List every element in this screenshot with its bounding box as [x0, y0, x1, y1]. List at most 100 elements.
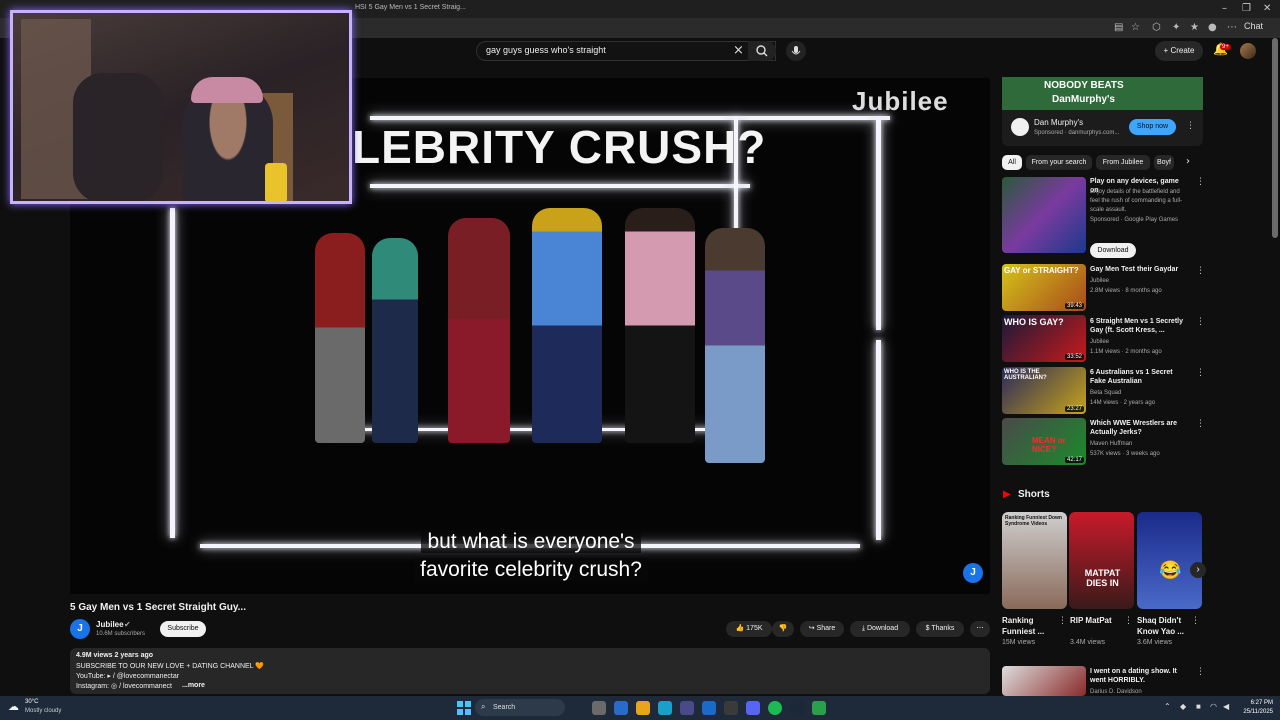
- rec-channel-2[interactable]: Jubilee: [1090, 337, 1200, 347]
- short-thumbnail-2[interactable]: MATPAT DIES IN: [1069, 512, 1134, 609]
- copilot-icon[interactable]: [614, 701, 628, 715]
- short-menu-icon-3[interactable]: ⋮: [1191, 616, 1200, 626]
- channel-watermark-icon[interactable]: J: [963, 563, 983, 583]
- short-thumbnail-3[interactable]: 😂: [1137, 512, 1202, 609]
- search-button[interactable]: [748, 41, 776, 61]
- weather-temperature[interactable]: 30°C: [25, 699, 38, 705]
- reader-icon[interactable]: ▤: [1114, 22, 1123, 33]
- rec-menu-icon-1[interactable]: ⋮: [1196, 266, 1205, 276]
- short-thumbnail-1[interactable]: Ranking Funniest Down Syndrome Videos: [1002, 512, 1067, 609]
- more-icon[interactable]: ⋯: [1227, 22, 1237, 33]
- play-ad-download-button[interactable]: Download: [1090, 243, 1136, 258]
- rec-menu-icon-5[interactable]: ⋮: [1196, 667, 1205, 677]
- weather-description[interactable]: Mostly cloudy: [25, 708, 61, 714]
- profile-icon[interactable]: ●: [1208, 22, 1217, 33]
- chevron-right-icon[interactable]: ›: [1186, 156, 1190, 167]
- rec-title-2[interactable]: 6 Straight Men vs 1 Secretly Gay (ft. Sc…: [1090, 317, 1185, 335]
- clear-search-icon[interactable]: ×: [733, 43, 744, 58]
- rec-menu-icon-2[interactable]: ⋮: [1196, 317, 1205, 327]
- page-scrollbar[interactable]: [1272, 38, 1278, 238]
- app-icon[interactable]: [724, 701, 738, 715]
- maximize-icon[interactable]: ❐: [1242, 3, 1251, 14]
- tray-chevron-up-icon[interactable]: ⌃: [1164, 702, 1171, 711]
- download-button[interactable]: ⤓ Download: [850, 621, 910, 637]
- obs-icon[interactable]: [812, 701, 826, 715]
- ad-menu-icon[interactable]: ⋮: [1186, 121, 1195, 131]
- rec-menu-icon-3[interactable]: ⋮: [1196, 368, 1205, 378]
- rec-channel-3[interactable]: Beta Squad: [1090, 388, 1200, 398]
- rec-channel-4[interactable]: Maven Huffman: [1090, 439, 1200, 449]
- description-more-link[interactable]: ...more: [182, 682, 205, 689]
- outlook-icon[interactable]: [702, 701, 716, 715]
- search-query[interactable]: gay guys guess who's straight: [486, 45, 606, 55]
- windows-start-icon[interactable]: [457, 701, 471, 715]
- contestant-2: [372, 238, 418, 443]
- chip-all[interactable]: All: [1002, 155, 1022, 170]
- play-ad-thumbnail[interactable]: [1002, 177, 1086, 253]
- short-title-3[interactable]: Shaq Didn't Know Yao ...: [1137, 615, 1192, 637]
- discord-icon[interactable]: [746, 701, 760, 715]
- weather-icon[interactable]: ☁: [8, 700, 19, 713]
- tray-app-icon-2[interactable]: ■: [1196, 702, 1201, 711]
- browser-tab-title[interactable]: HSI 5 Gay Men vs 1 Secret Straig...: [355, 4, 466, 11]
- voice-search-button[interactable]: [786, 41, 806, 61]
- subscribe-button[interactable]: Subscribe: [160, 621, 206, 637]
- chip-boyf[interactable]: Boyf: [1154, 155, 1174, 170]
- rec-thumb-text-2: WHO IS GAY?: [1004, 317, 1064, 327]
- shop-now-button[interactable]: Shop now: [1129, 119, 1176, 135]
- rec-thumbnail-3[interactable]: WHO IS THE AUSTRALIAN? 23:27: [1002, 367, 1086, 414]
- user-avatar[interactable]: [1240, 43, 1256, 59]
- rec-thumbnail-2[interactable]: WHO IS GAY? 33:52: [1002, 315, 1086, 362]
- rec-title-1[interactable]: Gay Men Test their Gaydar: [1090, 265, 1185, 274]
- create-button[interactable]: + Create: [1155, 41, 1203, 61]
- short-title-2[interactable]: RIP MatPat: [1070, 615, 1125, 626]
- rec-thumbnail-4[interactable]: MEAN or NICE? 42:17: [1002, 418, 1086, 465]
- short-title-1[interactable]: Ranking Funniest ...: [1002, 615, 1057, 637]
- chip-from-your-search[interactable]: From your search: [1026, 155, 1092, 170]
- star-icon[interactable]: ☆: [1131, 22, 1140, 33]
- steam-icon[interactable]: [790, 701, 804, 715]
- rec-title-3[interactable]: 6 Australians vs 1 Secret Fake Australia…: [1090, 368, 1185, 386]
- short-menu-icon-2[interactable]: ⋮: [1124, 616, 1133, 626]
- chat-button[interactable]: Chat: [1244, 21, 1263, 31]
- edge-browser-icon[interactable]: [658, 701, 672, 715]
- close-icon[interactable]: ✕: [1263, 3, 1271, 14]
- extensions-icon[interactable]: ⬡: [1152, 22, 1161, 33]
- short-menu-icon-1[interactable]: ⋮: [1058, 616, 1067, 626]
- short-thumb-text-2: MATPAT DIES IN: [1084, 568, 1121, 588]
- share-button[interactable]: ↪ Share: [800, 621, 844, 637]
- rec-title-5[interactable]: I went on a dating show. It went HORRIBL…: [1090, 667, 1185, 685]
- minimize-icon[interactable]: –: [1222, 3, 1227, 14]
- volume-icon[interactable]: ◀: [1223, 702, 1229, 711]
- rec-channel-1[interactable]: Jubilee: [1090, 276, 1200, 286]
- taskbar-search-box[interactable]: Search: [475, 699, 565, 716]
- description-box[interactable]: [70, 648, 990, 694]
- dislike-button[interactable]: 👎: [772, 621, 794, 637]
- tray-app-icon[interactable]: ◆: [1180, 702, 1186, 711]
- description-line-3[interactable]: Instagram: ◎ / lovecommanect: [76, 682, 172, 690]
- taskbar-clock-date[interactable]: 25/11/2025: [1237, 709, 1273, 715]
- shorts-next-button[interactable]: ›: [1190, 562, 1206, 578]
- like-button[interactable]: 👍 175K: [726, 621, 772, 637]
- channel-avatar[interactable]: J: [70, 619, 90, 639]
- spotify-icon[interactable]: [768, 701, 782, 715]
- rec-title-4[interactable]: Which WWE Wrestlers are Actually Jerks?: [1090, 419, 1185, 437]
- download-label: Download: [866, 625, 899, 632]
- rec-menu-icon-4[interactable]: ⋮: [1196, 419, 1205, 429]
- favorites-icon[interactable]: ★: [1190, 22, 1199, 33]
- taskbar-clock-time[interactable]: 6:27 PM: [1237, 700, 1273, 706]
- rec-thumbnail-1[interactable]: GAY or STRAIGHT? 39:43: [1002, 264, 1086, 311]
- play-ad-menu-icon[interactable]: ⋮: [1196, 177, 1205, 187]
- short-views-3: 3.6M views: [1137, 639, 1173, 646]
- chip-from-jubilee[interactable]: From Jubilee: [1096, 155, 1150, 170]
- task-view-icon[interactable]: [592, 701, 606, 715]
- channel-name[interactable]: Jubilee: [96, 620, 124, 629]
- thanks-button[interactable]: $ Thanks: [916, 621, 964, 637]
- pin-icon[interactable]: ✦: [1172, 22, 1180, 33]
- more-actions-button[interactable]: ⋯: [970, 621, 990, 637]
- rec-thumbnail-5[interactable]: [1002, 666, 1086, 696]
- wifi-icon[interactable]: ◠: [1210, 702, 1217, 711]
- store-icon[interactable]: [680, 701, 694, 715]
- description-line-2[interactable]: YouTube: ▸ / @lovecommanectar: [76, 672, 179, 680]
- file-explorer-icon[interactable]: [636, 701, 650, 715]
